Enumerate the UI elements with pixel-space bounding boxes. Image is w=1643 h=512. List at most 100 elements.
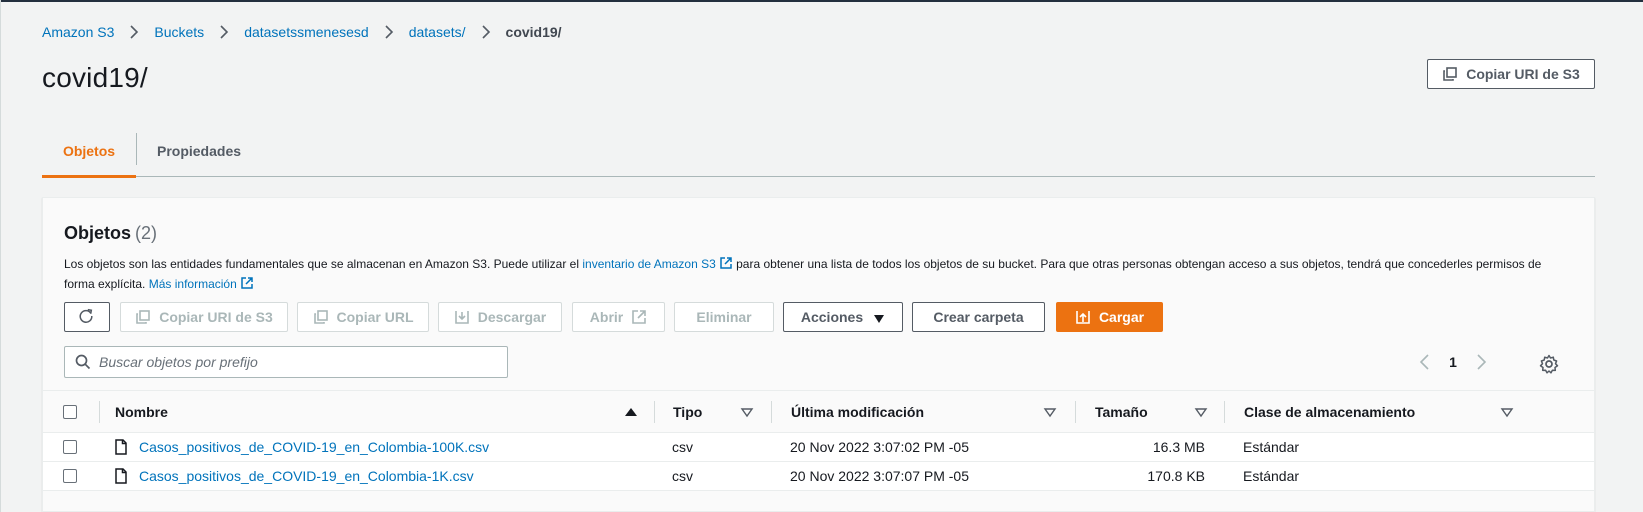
copy-url-button[interactable]: Copiar URL (297, 302, 429, 332)
download-icon (454, 309, 470, 325)
breadcrumb-amazon-s3[interactable]: Amazon S3 (42, 24, 114, 40)
sort-icon[interactable] (740, 405, 754, 419)
sort-icon[interactable] (1194, 405, 1208, 419)
chevron-right-icon (479, 25, 493, 39)
copy-s3-uri-toolbar-label: Copiar URI de S3 (159, 309, 273, 325)
column-divider (654, 401, 655, 423)
select-all-checkbox[interactable] (63, 404, 77, 419)
copy-s3-uri-button[interactable]: Copiar URI de S3 (1427, 59, 1595, 89)
name-cell: Casos_positivos_de_COVID-19_en_Colombia-… (113, 462, 474, 490)
next-page-icon[interactable] (1473, 354, 1489, 370)
table-row[interactable]: Casos_positivos_de_COVID-19_en_Colombia-… (43, 462, 1594, 491)
download-label: Descargar (477, 309, 547, 325)
copy-s3-uri-label: Copiar URI de S3 (1466, 66, 1580, 82)
row-select-cell (63, 433, 77, 461)
column-divider (771, 401, 772, 423)
storage-class-cell: Estándar (1243, 468, 1300, 484)
search-icon (75, 354, 91, 370)
previous-page-icon[interactable] (1417, 354, 1433, 370)
objects-title-text: Objetos (64, 223, 132, 243)
objects-panel: Objetos (2) Los objetos son las entidades… (42, 197, 1595, 512)
table-header: Nombre Tipo Última modificación Tamaño C… (43, 390, 1594, 433)
sort-icon[interactable] (1043, 405, 1057, 419)
chevron-right-icon (217, 25, 231, 39)
breadcrumb-current: covid19/ (505, 24, 562, 40)
upload-label: Cargar (1098, 309, 1145, 325)
object-name-link[interactable]: Casos_positivos_de_COVID-19_en_Colombia-… (139, 468, 474, 484)
external-link-icon (240, 276, 254, 290)
object-name-link[interactable]: Casos_positivos_de_COVID-19_en_Colombia-… (139, 439, 489, 455)
download-button[interactable]: Descargar (438, 302, 562, 332)
sort-icon[interactable] (1500, 405, 1514, 419)
left-border (0, 0, 1, 512)
more-info-link[interactable]: Más información (149, 277, 254, 291)
chevron-right-icon (382, 25, 396, 39)
chevron-right-icon (127, 25, 141, 39)
tab-bar: Objetos Propiedades (42, 125, 1595, 178)
column-divider (1224, 401, 1225, 423)
copy-icon (135, 309, 151, 325)
breadcrumb-datasets[interactable]: datasets/ (409, 24, 466, 40)
modified-cell: 20 Nov 2022 3:07:02 PM -05 (790, 439, 970, 455)
storage-class-cell: Estándar (1243, 439, 1300, 455)
objects-count: (2) (135, 223, 158, 243)
description-part1: Los objetos son las entidades fundamenta… (64, 257, 580, 271)
copy-icon (1442, 66, 1458, 82)
row-checkbox[interactable] (63, 440, 77, 454)
search-input[interactable] (99, 354, 489, 370)
create-folder-button[interactable]: Crear carpeta (912, 302, 1045, 332)
external-link-icon (719, 256, 733, 270)
type-cell: csv (672, 468, 693, 484)
inventory-link[interactable]: inventario de Amazon S3 (582, 257, 732, 271)
column-header-name[interactable]: Nombre (115, 391, 168, 432)
open-label: Abrir (589, 309, 624, 325)
name-cell: Casos_positivos_de_COVID-19_en_Colombia-… (113, 433, 489, 461)
objects-description: Los objetos son las entidades fundamenta… (64, 254, 1574, 294)
tab-objetos[interactable]: Objetos (42, 125, 136, 178)
external-link-icon (631, 309, 647, 325)
caret-down-icon (873, 311, 885, 323)
row-checkbox[interactable] (63, 469, 77, 483)
search-box (64, 346, 508, 378)
table-row[interactable]: Casos_positivos_de_COVID-19_en_Colombia-… (43, 433, 1594, 462)
sort-ascending-icon[interactable] (624, 405, 638, 419)
select-all-cell (63, 391, 77, 432)
open-button[interactable]: Abrir (572, 302, 665, 332)
file-icon (113, 468, 129, 484)
objects-table: Nombre Tipo Última modificación Tamaño C… (43, 390, 1594, 491)
delete-label: Eliminar (696, 309, 752, 325)
refresh-icon (78, 308, 96, 326)
column-header-type[interactable]: Tipo (673, 391, 702, 432)
modified-cell: 20 Nov 2022 3:07:07 PM -05 (790, 468, 970, 484)
row-select-cell (63, 462, 77, 490)
top-border (0, 0, 1643, 2)
copy-icon (313, 309, 329, 325)
size-cell: 16.3 MB (1152, 439, 1205, 455)
breadcrumb: Amazon S3 Buckets datasetssmenesesd data… (42, 22, 562, 42)
page-title: covid19/ (42, 62, 148, 93)
type-cell: csv (672, 439, 693, 455)
refresh-button[interactable] (64, 302, 110, 332)
inventory-link-label: inventario de Amazon S3 (582, 257, 716, 271)
delete-button[interactable]: Eliminar (674, 302, 774, 332)
breadcrumb-buckets[interactable]: Buckets (154, 24, 204, 40)
column-divider (99, 401, 100, 423)
actions-dropdown[interactable]: Acciones (783, 302, 903, 332)
breadcrumb-bucket[interactable]: datasetssmenesesd (244, 24, 369, 40)
size-cell: 170.8 KB (1147, 468, 1205, 484)
pagination: 1 (1417, 348, 1489, 376)
gear-icon[interactable] (1539, 354, 1559, 374)
objects-title: Objetos (2) (64, 223, 157, 244)
column-header-size[interactable]: Tamaño (1095, 391, 1148, 432)
create-folder-label: Crear carpeta (933, 309, 1024, 325)
upload-button[interactable]: Cargar (1056, 302, 1163, 332)
file-icon (113, 439, 129, 455)
actions-label: Acciones (800, 309, 864, 325)
column-divider (1075, 401, 1076, 423)
copy-s3-uri-disabled-button[interactable]: Copiar URI de S3 (120, 302, 288, 332)
tab-propiedades[interactable]: Propiedades (137, 125, 261, 177)
column-header-modified[interactable]: Última modificación (791, 391, 924, 432)
upload-icon (1075, 309, 1091, 325)
current-page[interactable]: 1 (1433, 354, 1473, 370)
column-header-storage-class[interactable]: Clase de almacenamiento (1244, 391, 1415, 432)
